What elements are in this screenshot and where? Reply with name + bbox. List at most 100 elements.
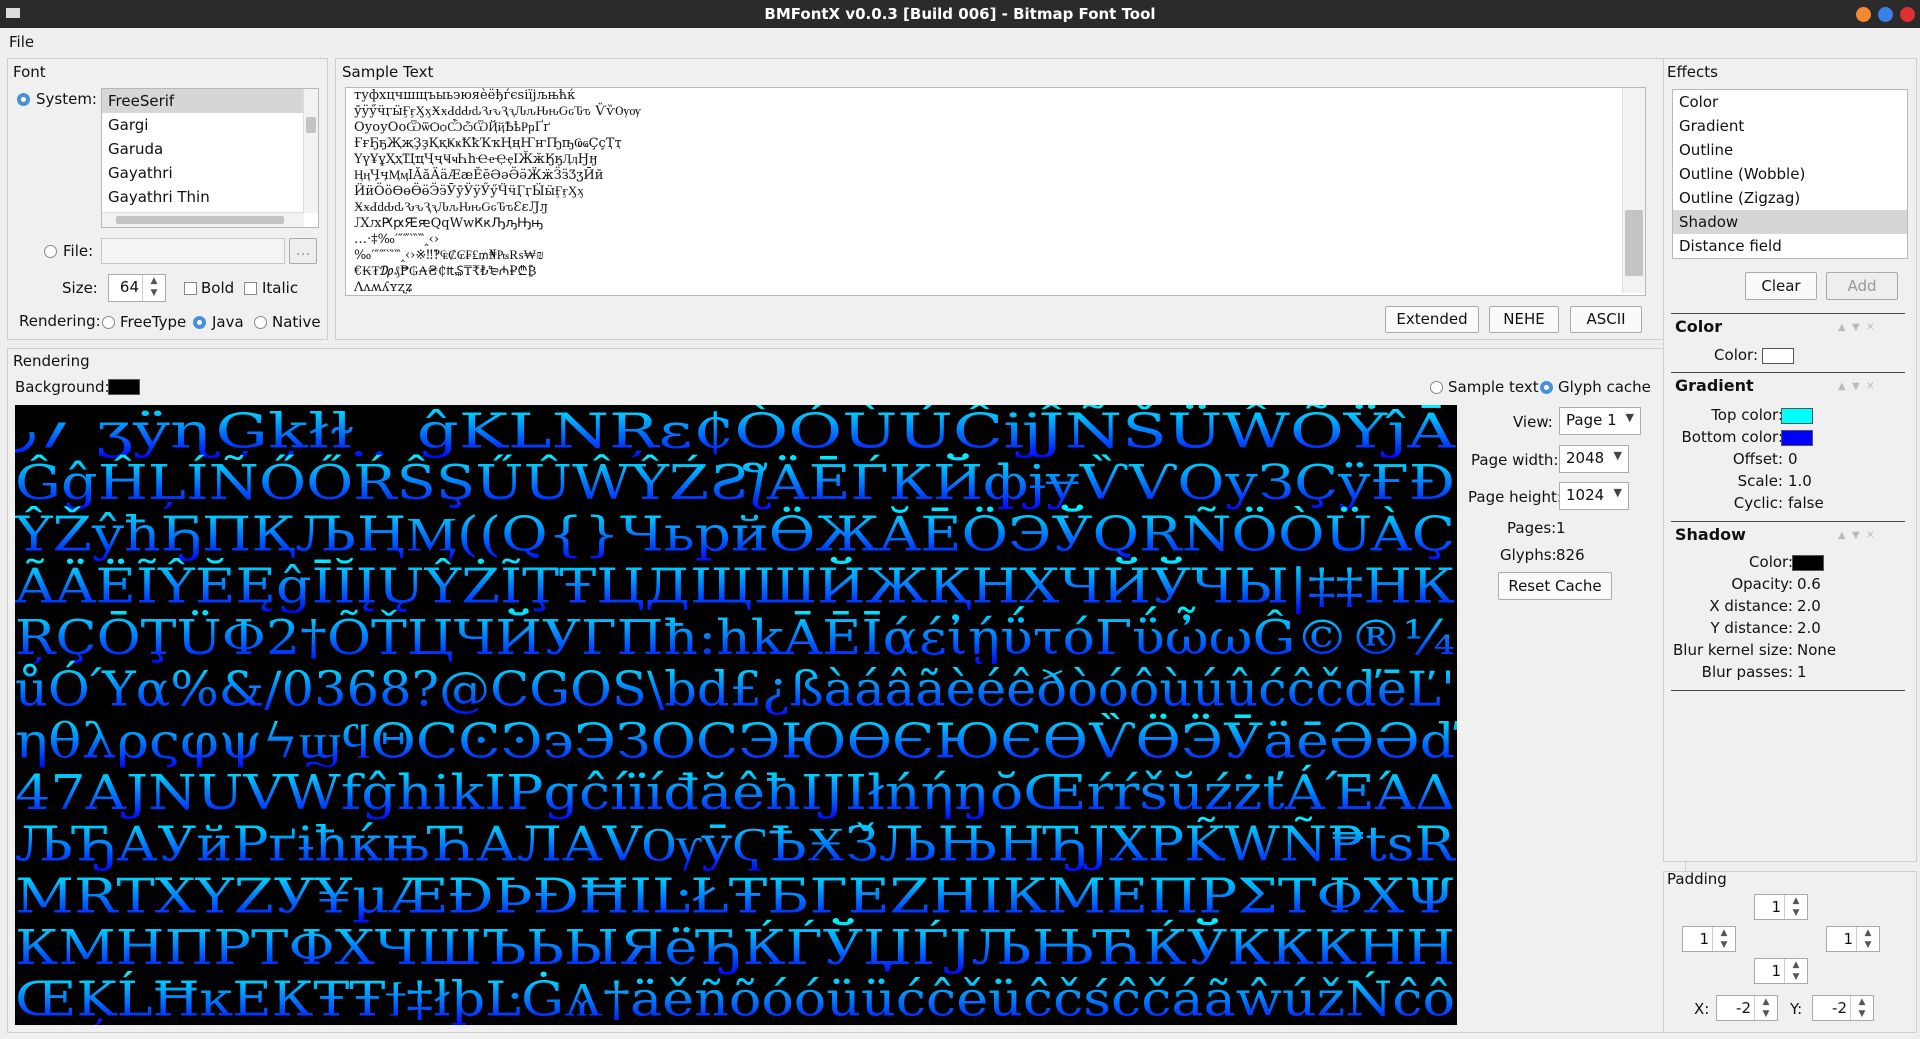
effects-list-item[interactable]: Outline <box>1673 138 1907 162</box>
font-list[interactable]: FreeSerif Gargi Garuda Gayathri Gayathri… <box>101 88 319 228</box>
font-list-item[interactable]: Gargi <box>102 113 318 137</box>
font-list-hscroll-thumb[interactable] <box>116 216 284 224</box>
sample-text-area[interactable]: туфхцчшщъыьэюяѐёђѓєѕіїјљњћќ ӯӱӳӵӷӹӺӻӼӽӾӿ… <box>345 87 1646 296</box>
effects-list-item[interactable]: Color <box>1673 90 1907 114</box>
file-radio[interactable] <box>44 245 57 258</box>
effects-list-item[interactable]: Distance field <box>1673 234 1907 258</box>
y-distance-value[interactable]: 2.0 <box>1797 619 1821 637</box>
spinner-arrows-icon[interactable]: ▲ ▼ <box>1856 927 1879 951</box>
freetype-radio[interactable] <box>102 316 115 329</box>
nehe-button[interactable]: NEHE <box>1489 306 1559 333</box>
spacing-y-spinner[interactable]: -2 ▲ ▼ <box>1812 995 1874 1021</box>
effects-list[interactable]: Color Gradient Outline Outline (Wobble) … <box>1672 89 1908 259</box>
ascii-button[interactable]: ASCII <box>1570 306 1642 333</box>
spacing-x-value: -2 <box>1736 999 1751 1017</box>
section-controls-icon[interactable]: ▲ ▼ ✕ <box>1838 322 1874 333</box>
bold-checkbox[interactable] <box>184 282 197 295</box>
shadow-section-title: Shadow <box>1675 525 1746 544</box>
sample-text-mode-label: Sample text <box>1448 378 1539 396</box>
sample-line: ӤӥӦӧӨөӪӫӬӭӮӯӰӱӲӳӴӵӶӷӸӹӺӻӼӽ <box>354 184 584 199</box>
sample-vscroll-thumb[interactable] <box>1625 210 1643 276</box>
section-controls-icon[interactable]: ▲ ▼ ✕ <box>1838 530 1874 541</box>
add-effect-button[interactable]: Add <box>1826 272 1898 300</box>
font-list-item[interactable]: Gayathri <box>102 161 318 185</box>
reset-cache-button[interactable]: Reset Cache <box>1498 572 1612 600</box>
top-color-swatch[interactable] <box>1781 408 1813 424</box>
glyphs-value: 826 <box>1556 546 1585 564</box>
font-list-item[interactable]: FreeSerif <box>102 89 318 113</box>
extended-button[interactable]: Extended <box>1385 306 1479 333</box>
section-divider <box>1671 690 1905 691</box>
padding-right-spinner[interactable]: 1 ▲ ▼ <box>1826 926 1880 952</box>
top-color-label: Top color: <box>1711 406 1783 424</box>
padding-left-spinner[interactable]: 1 ▲ ▼ <box>1682 926 1736 952</box>
sample-vscroll[interactable] <box>1622 88 1645 293</box>
spinner-arrows-icon[interactable]: ▲ ▼ <box>1712 927 1735 951</box>
scale-value[interactable]: 1.0 <box>1788 472 1812 490</box>
padding-bottom-spinner[interactable]: 1 ▲ ▼ <box>1754 958 1808 984</box>
sample-text-radio[interactable] <box>1430 381 1443 394</box>
shadow-color-swatch[interactable] <box>1792 555 1824 571</box>
spinner-arrows-icon[interactable]: ▲ ▼ <box>1754 996 1777 1020</box>
italic-checkbox[interactable] <box>244 282 257 295</box>
glyph-cache-canvas[interactable]: ؍٫ ʒÿɳĢķłɫ ̣ ̣ ĝKLNŖɛ₵ÒÓÙÚĈĳĴÑŠÜŴÕŸĵĀ ĜĝĤ… <box>15 405 1457 1025</box>
spinner-arrows-icon[interactable]: ▲ ▼ <box>142 275 165 301</box>
section-controls-icon[interactable]: ▲ ▼ ✕ <box>1838 381 1874 392</box>
opacity-value[interactable]: 0.6 <box>1797 575 1821 593</box>
blur-passes-value[interactable]: 1 <box>1797 663 1807 681</box>
spinner-arrows-icon[interactable]: ▲ ▼ <box>1784 959 1807 983</box>
view-combo[interactable]: Page 1 ▼ <box>1559 407 1641 435</box>
view-label: View: <box>1513 413 1553 431</box>
sample-line: Ʌʌʍʎʏʐʑ <box>354 280 413 295</box>
maximize-button[interactable] <box>1878 7 1893 22</box>
size-label: Size: <box>62 279 98 297</box>
glyph-row: ЉЂАУйРґɨħќњЋАЛАVѸӯҀҌӾЗ̌ЉЊНЂJXPK̃WÑ₱tsR <box>15 815 1457 873</box>
font-list-vscroll[interactable] <box>303 89 318 213</box>
offset-label: Offset: <box>1732 450 1783 468</box>
section-divider <box>1671 521 1905 522</box>
glyph-cache-radio[interactable] <box>1540 381 1553 394</box>
effects-list-item[interactable]: Outline (Wobble) <box>1673 162 1907 186</box>
effects-list-item[interactable]: Outline (Zigzag) <box>1673 186 1907 210</box>
offset-value[interactable]: 0 <box>1788 450 1798 468</box>
clear-effects-button[interactable]: Clear <box>1745 272 1817 300</box>
background-color-swatch[interactable] <box>108 379 140 395</box>
padding-top-spinner[interactable]: 1 ▲ ▼ <box>1754 894 1808 920</box>
glyph-row: 47AJNUVWfĝhikIPgĉíïíđăêħIJIłńήŋŏŒŕŕšŭźżť… <box>15 764 1455 821</box>
java-radio[interactable] <box>193 316 206 329</box>
page-height-combo[interactable]: 1024 ▼ <box>1559 482 1629 510</box>
cyclic-value[interactable]: false <box>1788 494 1824 512</box>
effects-list-item[interactable]: Gradient <box>1673 114 1907 138</box>
spacing-x-spinner[interactable]: -2 ▲ ▼ <box>1716 995 1778 1021</box>
size-value: 64 <box>119 278 139 296</box>
effects-list-item[interactable]: Shadow <box>1673 210 1907 234</box>
gradient-section-title: Gradient <box>1675 376 1754 395</box>
view-value: Page 1 <box>1566 411 1617 429</box>
background-label: Background: <box>15 378 110 396</box>
glyph-row: ůÓΎα%&/0368?@CGOS\bd£¿ßàáâãèéêðòóôùúûćĉč… <box>15 660 1455 718</box>
size-spinner[interactable]: 64 ▲ ▼ <box>108 274 166 302</box>
page-width-combo[interactable]: 2048 ▼ <box>1559 445 1629 473</box>
spinner-arrows-icon[interactable]: ▲ ▼ <box>1784 895 1807 919</box>
file-path-field[interactable] <box>101 238 285 264</box>
minimize-button[interactable] <box>1856 7 1871 22</box>
color-swatch[interactable] <box>1762 348 1794 364</box>
font-list-item[interactable]: Gayathri Thin <box>102 185 318 209</box>
blur-kernel-label: Blur kernel size: <box>1673 641 1793 659</box>
rendering-group-title: Rendering <box>13 352 90 370</box>
x-distance-value[interactable]: 2.0 <box>1797 597 1821 615</box>
spinner-arrows-icon[interactable]: ▲ ▼ <box>1850 996 1873 1020</box>
system-radio[interactable] <box>17 93 30 106</box>
bottom-color-swatch[interactable] <box>1781 430 1813 446</box>
font-list-vscroll-thumb[interactable] <box>306 117 316 133</box>
font-list-hscroll[interactable] <box>102 212 304 227</box>
native-radio[interactable] <box>254 316 267 329</box>
menu-file[interactable]: File <box>9 33 34 51</box>
font-list-item[interactable]: Garuda <box>102 137 318 161</box>
blur-kernel-value[interactable]: None <box>1797 641 1836 659</box>
sample-line: ҒғҔҕҖҗҘҙҚқҜҝҞҟҠҡҢңҤҥҦҧҨҩҪҫҬҭ <box>354 136 622 151</box>
browse-button[interactable]: ... <box>289 238 317 264</box>
close-button[interactable] <box>1900 7 1915 22</box>
page-height-value: 1024 <box>1566 486 1605 504</box>
padding-bottom-value: 1 <box>1771 962 1781 980</box>
